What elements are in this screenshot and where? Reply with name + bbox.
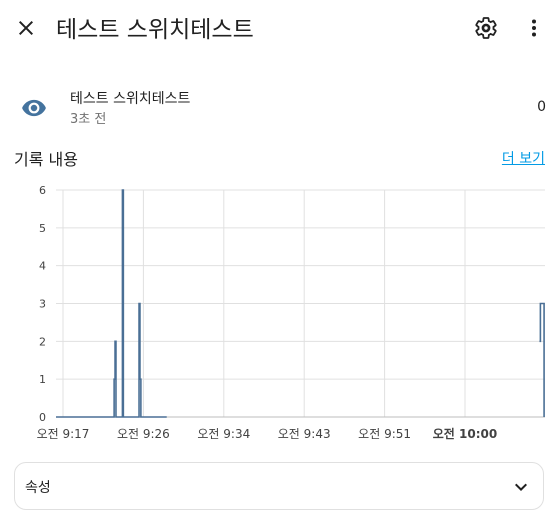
entity-name: 테스트 스위치테스트 [70, 91, 191, 107]
eye-icon [22, 99, 46, 117]
y-tick-label: 1 [39, 373, 46, 386]
more-vertical-icon [532, 19, 536, 37]
y-tick-label: 6 [39, 184, 46, 197]
entity-row: 테스트 스위치테스트 3초 전 0 [0, 84, 559, 132]
y-tick-label: 0 [39, 411, 46, 424]
x-tick-label: 오전 9:43 [278, 427, 331, 441]
y-tick-label: 2 [39, 335, 46, 348]
x-tick-label: 오전 9:34 [197, 427, 250, 441]
close-icon [19, 21, 33, 35]
chevron-down-icon [515, 483, 527, 491]
history-title: 기록 내용 [14, 150, 78, 169]
attributes-expander[interactable]: 속성 [14, 462, 544, 510]
y-tick-label: 4 [39, 260, 46, 273]
close-button[interactable] [10, 12, 42, 44]
entity-state: 0 [537, 99, 546, 115]
history-chart-svg: 0 1 2 3 4 5 6 오전 9:17 오전 9:26 오전 9:34 오전 9:43 오전 9:… [37, 184, 545, 441]
attributes-label: 속성 [25, 480, 51, 496]
dialog-title: 테스트 스위치테스트 [56, 17, 254, 43]
settings-button[interactable] [470, 12, 502, 44]
y-tick-label: 5 [39, 222, 46, 235]
x-tick-label: 오전 9:26 [117, 427, 170, 441]
entity-last-changed: 3초 전 [70, 112, 107, 127]
x-tick-label: 오전 10:00 [433, 426, 497, 441]
entity-icon [20, 94, 48, 122]
history-chart: 0 1 2 3 4 5 6 오전 9:17 오전 9:26 오전 9:34 오전 9:43 오전 9:… [0, 178, 559, 448]
more-options-button[interactable] [518, 12, 550, 44]
series-line [539, 302, 545, 417]
x-tick-label: 오전 9:51 [358, 427, 411, 441]
x-tick-label: 오전 9:17 [37, 427, 90, 441]
attributes-chevron [509, 475, 533, 499]
y-tick-label: 3 [39, 298, 46, 311]
gear-icon [475, 17, 497, 39]
show-more-link[interactable]: 더 보기 [502, 148, 545, 168]
dialog-header: 테스트 스위치테스트 [0, 0, 559, 56]
